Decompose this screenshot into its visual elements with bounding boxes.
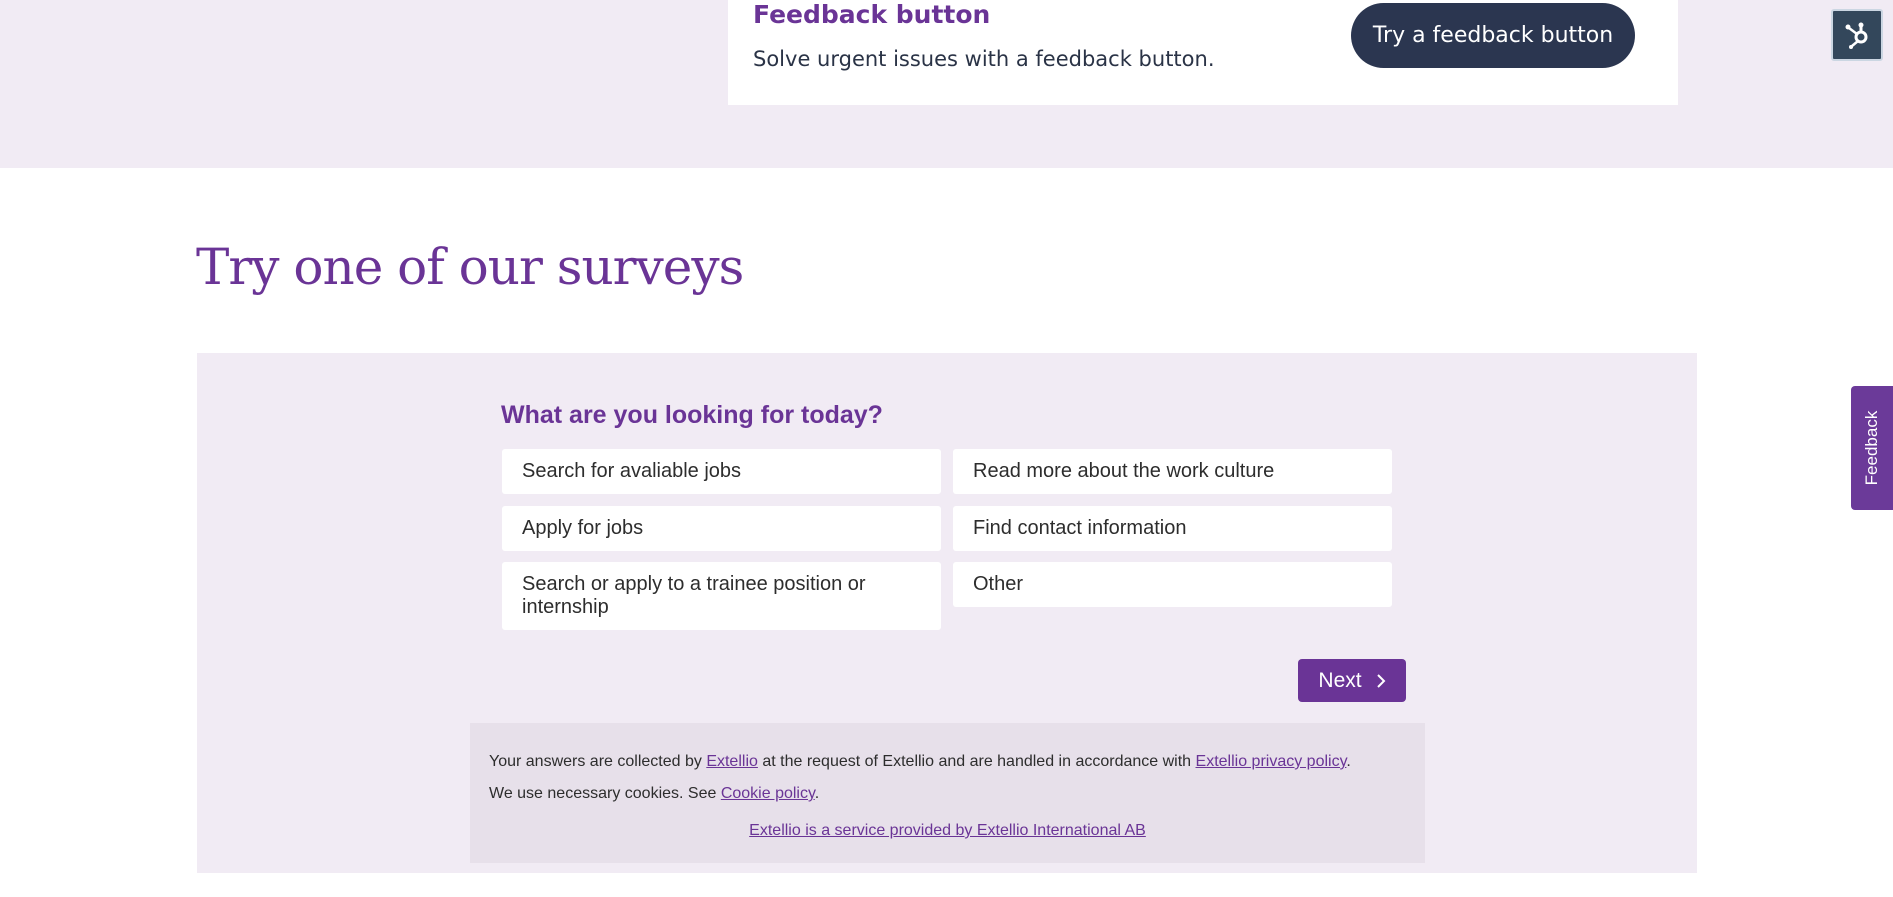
extellio-link[interactable]: Extellio [706,753,758,770]
cookie-note-line: We use necessary cookies. See Cookie pol… [489,785,819,803]
privacy-note-line: Your answers are collected by Extellio a… [489,753,1351,771]
feedback-side-tab-label: Feedback [1862,410,1881,486]
feedback-band: Feedback button Solve urgent issues with… [0,0,1893,168]
privacy-policy-link[interactable]: Extellio privacy policy [1196,753,1347,770]
feedback-card: Feedback button Solve urgent issues with… [728,0,1678,105]
next-button-label: Next [1318,668,1362,692]
service-provider-link[interactable]: Extellio is a service provided by Extell… [749,822,1146,839]
option-work-culture[interactable]: Read more about the work culture [953,449,1392,494]
option-apply-jobs[interactable]: Apply for jobs [502,506,941,551]
option-contact-info[interactable]: Find contact information [953,506,1392,551]
privacy-period: . [1346,753,1351,770]
feedback-card-description: Solve urgent issues with a feedback butt… [753,47,1215,71]
option-search-jobs[interactable]: Search for avaliable jobs [502,449,941,494]
hubspot-sprocket-icon[interactable] [1831,9,1883,61]
survey-panel: What are you looking for today? Search f… [197,353,1697,873]
chevron-right-icon [1376,673,1386,688]
survey-question: What are you looking for today? [501,401,883,429]
collected-middle: at the request of Extellio and are handl… [762,753,1192,770]
collected-prefix: Your answers are collected by [489,753,702,770]
feedback-side-tab[interactable]: Feedback [1851,386,1893,510]
section-heading: Try one of our surveys [196,238,744,296]
feedback-card-title: Feedback button [753,0,991,29]
next-button[interactable]: Next [1298,659,1406,702]
option-other[interactable]: Other [953,562,1392,607]
cookie-policy-link[interactable]: Cookie policy [721,785,815,802]
sprocket-glyph [1845,22,1868,49]
cookie-period: . [814,785,820,802]
try-feedback-button[interactable]: Try a feedback button [1351,3,1635,68]
option-trainee-internship[interactable]: Search or apply to a trainee position or… [502,562,941,630]
privacy-note: Your answers are collected by Extellio a… [470,723,1425,863]
cookies-prefix: We use necessary cookies. See [489,785,717,802]
service-line: Extellio is a service provided by Extell… [470,822,1425,840]
